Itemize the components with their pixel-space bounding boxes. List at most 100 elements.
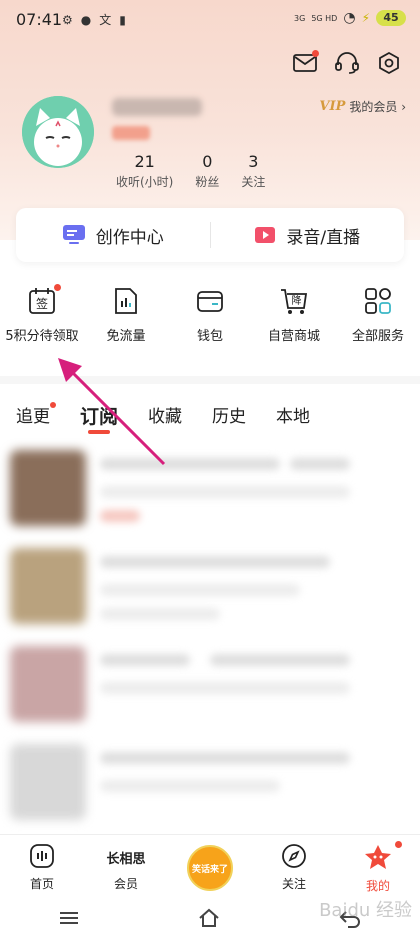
tab-notification-dot: [50, 402, 56, 408]
list-item[interactable]: [0, 538, 420, 636]
service-label: 钱包: [196, 329, 223, 344]
nav-label: 关注: [281, 877, 306, 891]
watermark: Baidu 经验: [319, 900, 412, 921]
nav-follow[interactable]: 关注: [252, 835, 336, 896]
service-wallet[interactable]: 钱包: [168, 286, 252, 346]
compass-icon: [282, 844, 306, 868]
tab-label: 本地: [276, 407, 311, 427]
customer-service-button[interactable]: [332, 48, 362, 78]
services-grid: 签 5积分待领取 免流量 钱包 降 自营商城 全部服务: [0, 284, 420, 346]
service-sign-in[interactable]: 签 5积分待领取: [0, 284, 84, 346]
nav-home[interactable]: 首页: [0, 835, 84, 896]
list-subtitle-blur: [100, 584, 300, 596]
stat-value: 3: [248, 152, 259, 171]
center-disc-text: 笑话来了: [191, 864, 228, 875]
user-tag-blurred: [112, 126, 150, 140]
center-play-disc: 笑话来了: [187, 845, 233, 891]
record-live-label: 录音/直播: [286, 227, 361, 248]
content-tabs: 追更 订阅 收藏 历史 本地: [0, 402, 420, 434]
chat-status-icon: ●: [80, 12, 92, 27]
list-tag-blur: [100, 510, 140, 522]
star-face-icon: [365, 845, 391, 869]
list-item[interactable]: [0, 440, 420, 538]
home-system-icon[interactable]: [197, 908, 221, 928]
list-thumbnail: [10, 744, 86, 820]
list-thumbnail: [10, 450, 86, 526]
section-separator: [0, 376, 420, 384]
gear-status-icon: ⚙: [62, 12, 73, 27]
stat-value: 21: [134, 152, 155, 171]
active-tab-indicator: [88, 430, 110, 434]
service-label: 5积分待领取: [5, 329, 79, 344]
settings-button[interactable]: [374, 48, 404, 78]
list-thumbnail: [10, 548, 86, 624]
menu-icon[interactable]: [58, 910, 80, 926]
tab-subscriptions[interactable]: 订阅: [80, 402, 119, 434]
sign-icon-char: 签: [36, 296, 48, 311]
tab-local[interactable]: 本地: [276, 402, 310, 432]
data-icon: [111, 286, 141, 316]
charging-icon: ⚡: [361, 11, 370, 25]
grid-icon: [363, 286, 393, 316]
stat-fans[interactable]: 0 粉丝: [195, 152, 219, 190]
list-item[interactable]: [0, 636, 420, 734]
nav-mine[interactable]: 我的: [336, 835, 420, 896]
network-5g: 5G HD: [311, 13, 338, 23]
nav-label: 我的: [365, 879, 390, 893]
list-title-blur: [100, 458, 280, 470]
stat-listen-hours[interactable]: 21 收听(小时): [116, 152, 173, 190]
tab-label: 收藏: [148, 407, 183, 427]
translate-status-icon: 文: [99, 13, 112, 27]
tab-follow-updates[interactable]: 追更: [16, 402, 56, 432]
list-title-blur: [210, 654, 350, 666]
stat-label: 关注: [241, 175, 266, 189]
profile-stats: 21 收听(小时) 0 粉丝 3 关注: [116, 152, 287, 190]
list-subtitle-blur: [100, 682, 350, 694]
my-membership-link[interactable]: VIP 我的会员 ›: [319, 98, 406, 115]
list-item[interactable]: [0, 734, 420, 832]
member-icon-text: 长相思: [106, 851, 145, 867]
bottom-navigation: 首页 长相思 会员 笑话来了 关注 我的: [0, 834, 420, 896]
username-blurred: [112, 98, 202, 116]
subscription-list: [0, 440, 420, 832]
status-bar: 07:41 ⚙ ● 文 ▮ 3G 5G HD ◔ ⚡ 45: [0, 0, 420, 40]
creation-center-icon: [62, 225, 85, 244]
stat-label: 粉丝: [195, 175, 220, 189]
creator-card: 创作中心 录音/直播: [16, 208, 404, 262]
record-live-icon: [255, 227, 276, 243]
settings-icon: [379, 51, 399, 75]
mail-button[interactable]: [290, 48, 320, 78]
service-free-data[interactable]: 免流量: [84, 286, 168, 346]
wifi-icon: ◔: [343, 10, 356, 26]
tab-favorites[interactable]: 收藏: [148, 402, 182, 432]
nav-label: 首页: [29, 877, 54, 891]
status-icons-left: ⚙ ● 文 ▮: [62, 11, 126, 28]
service-mall[interactable]: 降 自营商城: [252, 286, 336, 346]
record-live-button[interactable]: 录音/直播: [211, 223, 405, 248]
home-icon: [30, 844, 54, 868]
vip-badge: VIP: [319, 99, 346, 114]
my-membership-label: 我的会员 ›: [349, 100, 406, 114]
stat-label: 收听(小时): [116, 175, 174, 189]
status-time: 07:41: [16, 10, 63, 29]
list-subtitle-blur: [100, 486, 350, 498]
tab-label: 订阅: [80, 406, 119, 428]
list-meta-blur: [100, 608, 220, 620]
battery-small-icon: ▮: [119, 12, 126, 27]
tab-label: 历史: [212, 407, 247, 427]
list-subtitle-blur: [100, 780, 280, 792]
tab-history[interactable]: 历史: [212, 402, 246, 432]
sign-in-dot: [54, 284, 61, 291]
mall-icon-char: 降: [292, 294, 302, 307]
avatar[interactable]: [22, 96, 94, 168]
nav-member[interactable]: 长相思 会员: [84, 835, 168, 896]
list-thumbnail: [10, 646, 86, 722]
creation-center-button[interactable]: 创作中心: [16, 223, 210, 248]
service-all[interactable]: 全部服务: [336, 286, 420, 346]
cat-avatar-icon: [22, 96, 94, 168]
nav-center-play[interactable]: 笑话来了: [168, 835, 252, 896]
battery-level: 45: [376, 10, 406, 26]
network-3g: 3G: [294, 13, 306, 23]
stat-following[interactable]: 3 关注: [241, 152, 265, 190]
mail-notification-dot: [312, 50, 319, 57]
